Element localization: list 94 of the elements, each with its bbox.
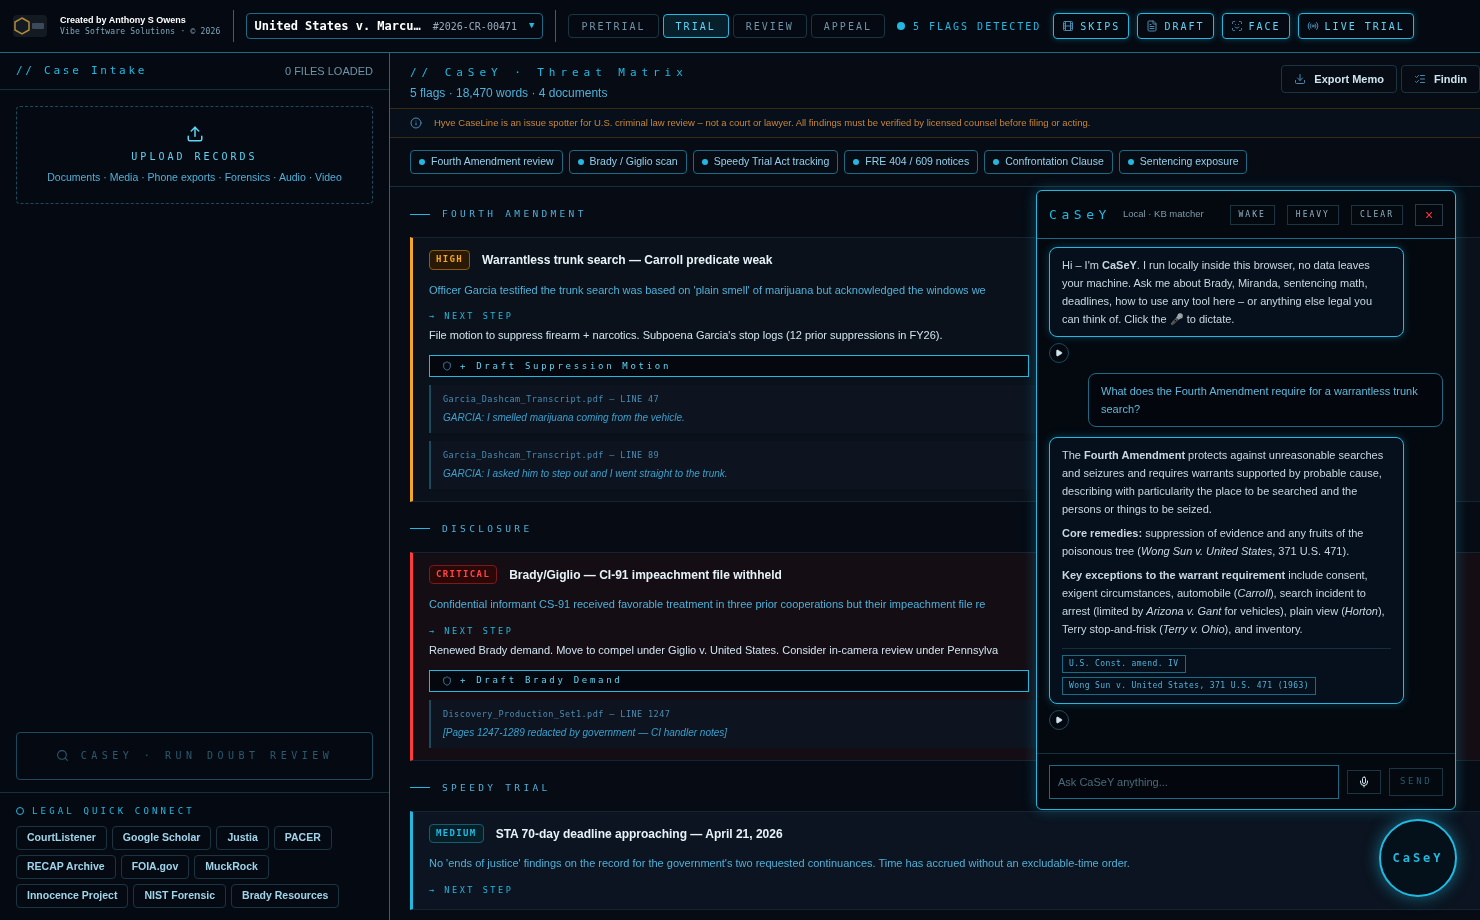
filter-chip[interactable]: Confrontation Clause: [984, 150, 1113, 174]
case-selector[interactable]: United States v. Marcu… #2026-CR-00471 ▼: [245, 13, 544, 39]
company-name: Vibe Software Solutions · © 2026: [60, 26, 221, 37]
section-heading: FOURTH AMENDMENT: [442, 206, 587, 221]
broadcast-icon: [1306, 20, 1319, 32]
upload-title: UPLOAD RECORDS: [131, 149, 258, 164]
info-icon: [410, 117, 422, 129]
legal-link[interactable]: Justia: [216, 826, 269, 850]
legal-link[interactable]: NIST Forensic: [133, 884, 227, 908]
section-title: LEGAL QUICK CONNECT: [32, 804, 195, 818]
logo-icon: [12, 14, 48, 38]
phase-tab[interactable]: TRIAL: [662, 14, 729, 38]
action-button[interactable]: Findin: [1401, 65, 1480, 93]
phase-tab[interactable]: REVIEW: [732, 14, 807, 38]
play-icon: [1055, 716, 1063, 724]
message-paragraph: Core remedies: suppression of evidence and any fruits of the poisonous tree (Wong Sun v. United States, 371 U.S. 471).: [1062, 526, 1365, 559]
finding-title: Warrantless trunk search — Carroll predicate weak: [482, 251, 773, 269]
upload-dropzone[interactable]: UPLOAD RECORDS Documents · Media · Phone exports · Forensics · Audio · Video: [16, 106, 373, 204]
assistant-mode: Local · KB matcher: [1122, 207, 1204, 222]
panel-title: // Case Intake: [16, 62, 148, 79]
document-icon: [1146, 20, 1159, 32]
mic-button[interactable]: [1347, 769, 1382, 794]
tool-button[interactable]: FACE: [1221, 13, 1290, 39]
microphone-icon: [1358, 775, 1371, 788]
checklist-icon: [1414, 73, 1426, 85]
draft-button[interactable]: + Draft Suppression Motion: [429, 355, 1029, 378]
upload-icon: [185, 124, 204, 143]
finding-description: Officer Garcia testified the trunk search was based on 'plain smell' of marijuana but acknowledged the windows we: [429, 282, 986, 298]
finding-description: No 'ends of justice' findings on the record for the government's two requested continuances. Time has accrued without an excludable-time order.: [429, 856, 1130, 872]
filter-chip[interactable]: Sentencing exposure: [1118, 150, 1248, 174]
next-step-label: → NEXT STEP: [429, 624, 514, 638]
citation-tag: U.S. Const. amend. IV: [1062, 655, 1186, 673]
shield-icon: [442, 676, 452, 686]
tool-button[interactable]: DRAFT: [1137, 13, 1214, 39]
tool-button[interactable]: SKIPS: [1053, 13, 1130, 39]
next-step-label: → NEXT STEP: [429, 310, 514, 323]
section-heading: SPEEDY TRIAL: [442, 780, 551, 795]
flags-count: 5 FLAGS DETECTED: [912, 19, 1042, 34]
evidence-source: Discovery_Production_Set1.pdf — LINE 1247: [443, 708, 672, 721]
matrix-stats: 5 flags · 18,470 words · 4 documents: [410, 84, 609, 102]
message-paragraph: Hi – I'm CaSeY. I run locally inside this browser, no data leaves your machine. Ask me about Brady, Miranda, sentencing math, deadlines, how to use any tool here – or anything else legal you can think of. Click the 🎤 to dictate.: [1062, 258, 1374, 327]
severity-tag: HIGH: [429, 250, 471, 270]
play-icon: [1055, 349, 1063, 357]
citation-tag: Wong Sun v. United States, 371 U.S. 471 (1963): [1062, 677, 1316, 695]
legal-link[interactable]: FOIA.gov: [120, 855, 190, 879]
evidence-text: GARCIA: I asked him to step out and I went straight to the trunk.: [443, 466, 729, 481]
severity-tag: MEDIUM: [429, 823, 484, 844]
finding-description: Confidential informant CS-91 received favorable treatment in three prior cooperations but their impeachment file re: [429, 597, 986, 613]
finding-title: Brady/Giglio — CI-91 impeachment file withheld: [509, 566, 782, 584]
chat-control-button[interactable]: WAKE: [1229, 204, 1275, 225]
legal-link[interactable]: Innocence Project: [16, 884, 129, 908]
files-count: 0 FILES LOADED: [284, 63, 373, 79]
legal-link[interactable]: CourtListener: [16, 826, 107, 850]
legal-link[interactable]: PACER: [273, 826, 332, 850]
face-scan-icon: [1230, 20, 1243, 32]
evidence-source: Garcia_Dashcam_Transcript.pdf — LINE 47: [443, 393, 661, 406]
download-icon: [1294, 73, 1307, 85]
assistant-name: CaSeY: [1049, 205, 1111, 224]
legal-link[interactable]: Brady Resources: [231, 884, 340, 908]
finding-title: STA 70-day deadline approaching — April 21, 2026: [495, 825, 783, 843]
next-step-text: Renewed Brady demand. Move to compel under Giglio v. United States. Consider in-camera review under Pennsylva: [429, 642, 999, 658]
phase-tab[interactable]: APPEAL: [810, 14, 885, 38]
draft-button[interactable]: + Draft Brady Demand: [429, 670, 1029, 692]
shield-icon: [442, 361, 452, 372]
message-paragraph: Key exceptions to the warrant requirement include consent, exigent circumstances, automobile (Carroll), search incident to arrest (limited by Arizona v. Gant for vehicles), plain view (Horton), Terry stop-and-frisk (Terry v. Ohio), and inventory.: [1062, 568, 1386, 637]
evidence-text: [Pages 1247-1289 redacted by government — CI handler notes]: [443, 725, 729, 740]
matrix-title: // CaSeY · Threat Matrix: [410, 65, 688, 81]
filter-chip[interactable]: FRE 404 / 609 notices: [844, 150, 979, 174]
message-paragraph: What does the Fourth Amendment require for a warrantless trunk search?: [1101, 384, 1419, 417]
evidence-text: GARCIA: I smelled marijuana coming from the vehicle.: [443, 411, 686, 425]
creator-credit: Created by Anthony S Owens: [60, 15, 187, 27]
next-step-label: → NEXT STEP: [429, 883, 514, 897]
filter-chip[interactable]: Fourth Amendment review: [410, 150, 563, 174]
tool-button[interactable]: LIVE TRIAL: [1297, 13, 1414, 39]
next-step-text: File motion to suppress firearm + narcotics. Subpoena Garcia's stop logs (12 prior suppressions in FY26).: [429, 327, 943, 343]
legal-link[interactable]: Google Scholar: [111, 826, 212, 850]
chat-input-field[interactable]: Ask CaSeY anything...: [1049, 764, 1340, 799]
filter-chip[interactable]: Brady / Giglio scan: [568, 150, 687, 174]
message-paragraph: The Fourth Amendment protects against unreasonable searches and seizures and requires warrants supported by probable cause, describing with particularity the place to be searched and the persons or things to be seized.: [1062, 448, 1385, 517]
film-icon: [1062, 20, 1075, 32]
phase-tab[interactable]: PRETRIAL: [568, 14, 659, 38]
evidence-source: Garcia_Dashcam_Transcript.pdf — LINE 89: [443, 449, 661, 462]
chat-control-button[interactable]: CLEAR: [1350, 204, 1403, 225]
legal-link[interactable]: MuckRock: [194, 855, 269, 879]
action-button[interactable]: Export Memo: [1281, 65, 1397, 93]
close-button[interactable]: ×: [1415, 203, 1443, 226]
search-icon: [55, 749, 69, 762]
filter-chip[interactable]: Speedy Trial Act tracking: [692, 150, 839, 174]
legal-link[interactable]: RECAP Archive: [16, 855, 116, 879]
section-heading: DISCLOSURE: [442, 521, 533, 536]
disclaimer-text: Hyve CaseLine is an issue spotter for U.S. criminal law review – not a court or lawyer. All findings must be verified by licensed counsel before filing or acting.: [434, 115, 1091, 130]
chat-control-button[interactable]: HEAVY: [1286, 204, 1339, 225]
severity-tag: CRITICAL: [429, 564, 498, 585]
upload-file-types: Documents · Media · Phone exports · Forensics · Audio · Video: [47, 169, 342, 185]
